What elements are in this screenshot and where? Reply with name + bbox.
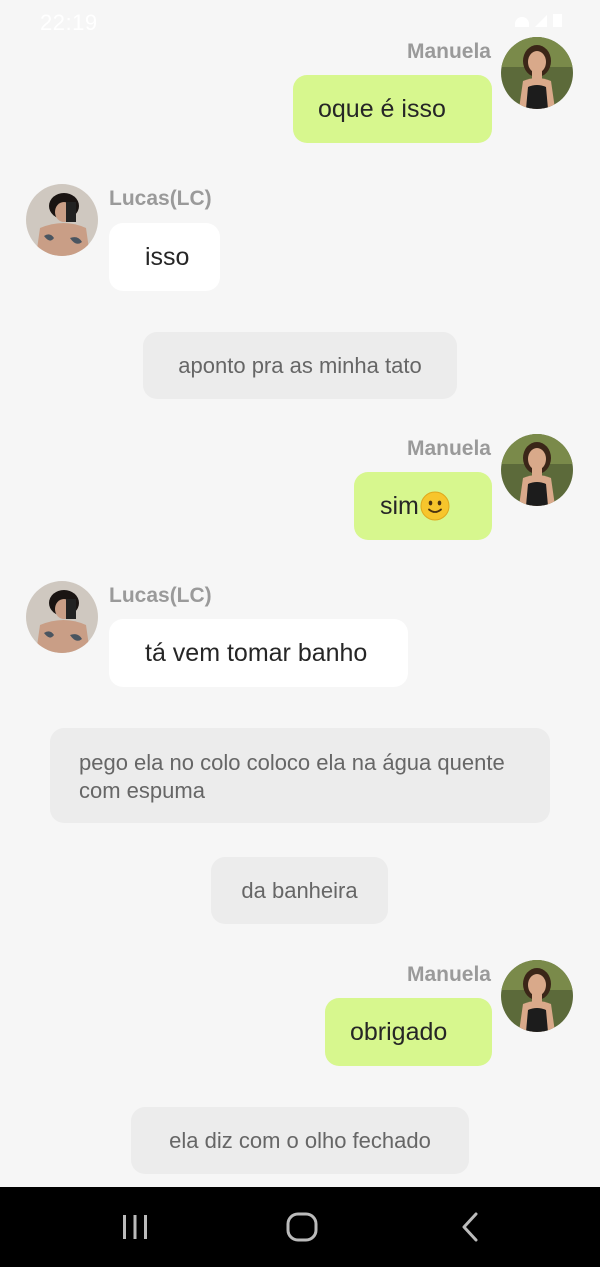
back-icon[interactable] — [451, 1207, 491, 1247]
avatar-manuela[interactable] — [501, 434, 573, 506]
message-bubble[interactable]: isso — [109, 223, 220, 291]
narration-text: da banheira — [241, 877, 358, 903]
message-text: isso — [145, 242, 190, 271]
avatar-lucas[interactable] — [26, 581, 98, 653]
narration-bubble[interactable]: ela diz com o olho fechado — [131, 1107, 469, 1174]
message-bubble[interactable]: tá vem tomar banho — [109, 619, 408, 687]
message-bubble[interactable]: oque é isso — [293, 75, 492, 143]
narration-text: aponto pra as minha tato — [178, 352, 422, 378]
home-icon[interactable] — [282, 1207, 322, 1247]
message-text: oque é isso — [318, 94, 446, 123]
narration-text: pego ela no colo coloco ela na água quen… — [79, 750, 505, 803]
sender-name-manuela: Manuela — [406, 437, 491, 460]
avatar-manuela[interactable] — [501, 960, 573, 1032]
sender-name-manuela: Manuela — [406, 40, 491, 63]
message-text: sim — [380, 491, 419, 520]
narration-text: ela diz com o olho fechado — [169, 1127, 431, 1153]
message-text: tá vem tomar banho — [145, 638, 368, 667]
narration-bubble[interactable]: pego ela no colo coloco ela na água quen… — [50, 728, 550, 823]
avatar-lucas[interactable] — [26, 184, 98, 256]
sender-name-manuela: Manuela — [406, 963, 491, 986]
narration-bubble[interactable]: aponto pra as minha tato — [143, 332, 457, 399]
navigation-bar — [0, 1187, 600, 1267]
message-bubble[interactable]: sim — [354, 472, 492, 540]
chat-area[interactable]: Manuela oque é isso Lucas(LC) isso apont… — [0, 0, 600, 1187]
recent-apps-icon[interactable] — [115, 1207, 155, 1247]
sender-name-lucas: Lucas(LC) — [109, 187, 212, 210]
message-bubble[interactable]: obrigado — [325, 998, 492, 1066]
sender-name-lucas: Lucas(LC) — [109, 584, 212, 607]
narration-bubble[interactable]: da banheira — [211, 857, 388, 924]
message-text: obrigado — [350, 1017, 448, 1046]
smiley-icon — [420, 491, 450, 521]
avatar-manuela[interactable] — [501, 37, 573, 109]
